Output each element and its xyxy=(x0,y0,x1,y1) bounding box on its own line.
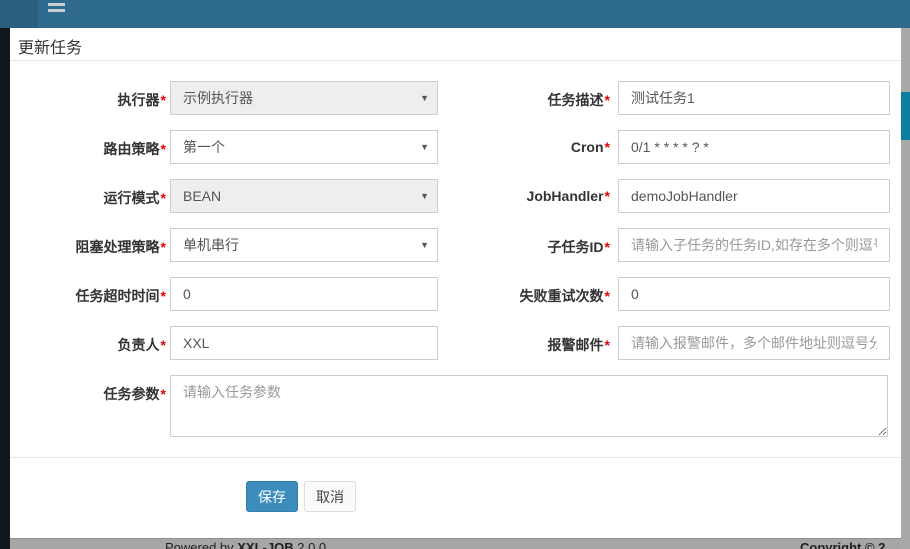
footer-divider xyxy=(10,457,901,458)
block-strategy-select[interactable]: 单机串行 ▼ xyxy=(170,228,438,262)
executor-label: 执行器* xyxy=(10,90,166,110)
author-label: 负责人* xyxy=(10,335,166,355)
update-job-modal: 更新任务 执行器* 示例执行器 ▼ 任务描述* 路由策略* 第一个 ▼ Cron… xyxy=(10,28,901,538)
required-mark: * xyxy=(605,337,610,353)
required-mark: * xyxy=(605,92,610,108)
chevron-down-icon: ▼ xyxy=(420,82,429,114)
logo-area xyxy=(0,0,38,28)
required-mark: * xyxy=(605,188,610,204)
cron-input[interactable] xyxy=(618,130,890,164)
top-navbar xyxy=(0,0,910,28)
brand-name: XXL-JOB xyxy=(237,540,293,549)
required-mark: * xyxy=(605,139,610,155)
save-button[interactable]: 保存 xyxy=(246,481,298,512)
cron-label: Cron* xyxy=(440,139,610,155)
block-strategy-label: 阻塞处理策略* xyxy=(10,237,166,257)
job-param-textarea[interactable] xyxy=(170,375,888,437)
required-mark: * xyxy=(161,288,166,304)
page-footer: Powered by XXL-JOB 2.0.0 Copyright © 2 xyxy=(10,538,901,549)
executor-select: 示例执行器 ▼ xyxy=(170,81,438,115)
route-strategy-select[interactable]: 第一个 ▼ xyxy=(170,130,438,164)
fail-retry-input[interactable] xyxy=(618,277,890,311)
child-jobid-input[interactable] xyxy=(618,228,890,262)
glue-type-select: BEAN ▼ xyxy=(170,179,438,213)
chevron-down-icon: ▼ xyxy=(420,229,429,261)
required-mark: * xyxy=(161,239,166,255)
powered-by-text: Powered by XXL-JOB 2.0.0 xyxy=(165,540,326,549)
author-input[interactable] xyxy=(170,326,438,360)
required-mark: * xyxy=(161,386,166,402)
required-mark: * xyxy=(161,141,166,157)
job-param-label: 任务参数* xyxy=(10,384,166,404)
job-desc-input[interactable] xyxy=(618,81,890,115)
required-mark: * xyxy=(161,337,166,353)
child-jobid-label: 子任务ID* xyxy=(440,237,610,257)
header-divider xyxy=(10,60,901,61)
job-desc-label: 任务描述* xyxy=(440,90,610,110)
required-mark: * xyxy=(605,239,610,255)
hamburger-icon[interactable] xyxy=(48,0,65,15)
sidebar-strip xyxy=(0,28,10,549)
route-strategy-label: 路由策略* xyxy=(10,139,166,159)
alarm-email-label: 报警邮件* xyxy=(440,335,610,355)
required-mark: * xyxy=(161,92,166,108)
required-mark: * xyxy=(605,288,610,304)
jobhandler-label: JobHandler* xyxy=(440,188,610,204)
chevron-down-icon: ▼ xyxy=(420,131,429,163)
glue-type-label: 运行模式* xyxy=(10,188,166,208)
cancel-button[interactable]: 取消 xyxy=(304,481,356,512)
fail-retry-label: 失败重试次数* xyxy=(440,286,610,306)
screen: 更新任务 执行器* 示例执行器 ▼ 任务描述* 路由策略* 第一个 ▼ Cron… xyxy=(0,0,910,549)
timeout-label: 任务超时时间* xyxy=(10,286,166,306)
modal-title: 更新任务 xyxy=(18,34,82,58)
alarm-email-input[interactable] xyxy=(618,326,890,360)
required-mark: * xyxy=(161,190,166,206)
timeout-input[interactable] xyxy=(170,277,438,311)
jobhandler-input[interactable] xyxy=(618,179,890,213)
chevron-down-icon: ▼ xyxy=(420,180,429,212)
copyright-text: Copyright © 2 xyxy=(800,540,885,549)
scrollbar-thumb[interactable] xyxy=(901,92,910,140)
